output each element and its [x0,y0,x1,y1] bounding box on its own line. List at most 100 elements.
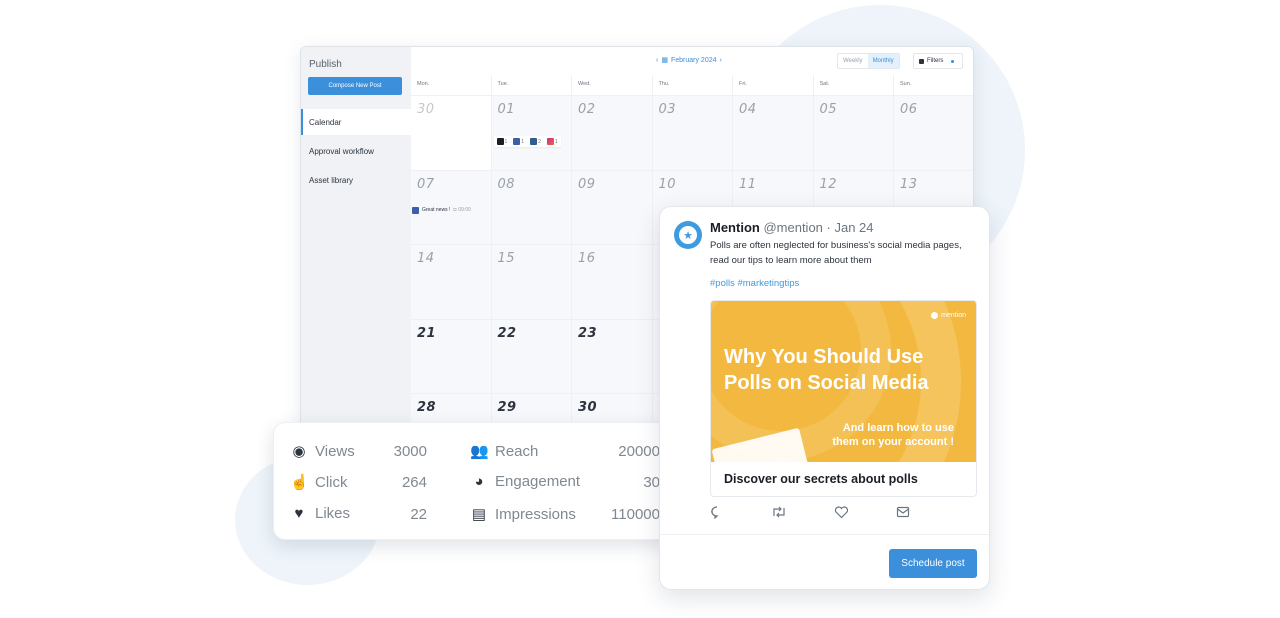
stat-reach: 👥 Reach [470,442,538,461]
stat-label: Likes [315,505,351,522]
day-number: 03 [658,102,677,117]
day-number: 22 [497,325,517,341]
sidebar-item-calendar[interactable]: Calendar [301,109,411,135]
stat-click: ☝ Click [290,473,348,492]
image-title: Why You Should Use Polls on Social Media [724,344,929,396]
calendar-day[interactable]: 22 [491,319,572,394]
day-number: 30 [578,400,598,415]
day-number: 04 [739,102,757,117]
image-title-line: Why You Should Use [724,346,924,368]
stat-label: Impressions [495,505,576,523]
x-icon [496,138,504,145]
sidebar-item-asset-library[interactable]: Asset library [301,167,411,193]
day-number: 29 [497,400,517,415]
weekday-label: Sun. [894,75,973,95]
day-number: 13 [900,176,918,192]
avatar: ★ [674,221,702,249]
calendar-day[interactable]: 05 [813,96,894,171]
users-icon: 👥 [470,443,489,460]
sidebar: Publish Compose New Post Calendar Approv… [301,47,411,435]
calendar-icon: ▦ [661,57,668,64]
day-number: 14 [417,251,435,266]
stat-views: ◉ Views [290,442,354,461]
calendar-day[interactable]: 08 [491,170,572,245]
day-number: 12 [819,176,838,192]
weekday-label: Wed. [572,75,653,95]
sidebar-item-approval-workflow[interactable]: Approval workflow [301,138,411,164]
eye-icon: ◉ [292,443,306,460]
tweet-hashtags[interactable]: #polls #marketingtips [710,278,799,289]
brand-name: mention [941,312,966,319]
calendar-day[interactable]: 06 [894,96,973,171]
post-count: 1 [521,138,525,145]
filters-button[interactable]: Filters [913,53,963,69]
weekday-label: Mon. [411,75,492,95]
star-icon: ★ [679,226,697,244]
facebook-icon [412,206,419,214]
calendar-day[interactable]: 21 [411,319,492,394]
weekly-view-button[interactable]: Weekly [838,54,868,68]
divider [660,534,989,535]
post-time: 09:00 [458,207,471,213]
post-stats-card: ◉ Views 3000 ☝ Click 264 ♥ Likes 22 👥 Re… [273,422,673,540]
filter-icon [919,58,924,64]
calendar-day[interactable]: 04 [733,96,814,171]
user-circle-icon: ◕ [474,473,484,490]
calendar-day[interactable]: 30 [411,96,492,171]
preview-caption: Discover our secrets about polls [724,472,918,486]
stat-likes: ♥ Likes [290,505,350,522]
post-count: 2 [538,138,541,145]
calendar-day[interactable]: 01 1 1 2 1 [491,96,572,171]
prev-month-icon[interactable]: ‹ [656,57,658,64]
month-navigator: ‹ ▦ February 2024 › [656,56,722,65]
day-number: 16 [578,251,596,266]
author-name: Mention [710,220,760,235]
calendar-day[interactable]: 07 Great news ! ◘ 09:00 [411,170,492,245]
link-preview[interactable]: mention Why You Should Use Polls on Soci… [710,300,977,497]
day-number: 15 [497,251,516,266]
sidebar-title: Publish [309,59,342,70]
day-number: 23 [578,325,598,341]
tweet-text: Polls are often neglected for business's… [710,240,962,266]
stat-value: 3000 [393,443,427,460]
calendar-day[interactable]: 09 [572,170,653,245]
weekday-header-row: Mon. Tue. Wed. Thu. Fri. Sat. Sun. [411,75,973,96]
compose-new-post-button[interactable]: Compose New Post [308,77,402,95]
stat-impressions: ▤ Impressions [470,505,576,524]
like-icon[interactable] [834,505,849,522]
calendar-day[interactable]: 16 [572,245,653,320]
weekday-label: Thu. [653,75,733,95]
stat-value: 20000 [618,443,660,460]
day-number: 30 [417,102,435,117]
brand-logo: mention [931,312,966,319]
scheduled-post[interactable]: Great news ! ◘ 09:00 [412,206,471,214]
tweet-actions [710,505,910,522]
calendar-day[interactable]: 15 [491,245,572,320]
linkedin-icon [530,138,538,145]
day-number: 10 [658,176,677,192]
day-number: 02 [578,102,596,117]
post-count: 1 [504,138,508,145]
day-number: 21 [417,325,437,341]
tweet-header: Mention @mention · Jan 24 [710,220,874,235]
calendar-day[interactable]: 23 [572,319,653,394]
day-number: 11 [739,176,757,192]
reply-icon[interactable] [710,505,724,522]
calendar-week: 30 01 1 1 2 1 02 03 04 05 06 [411,96,973,171]
day-number: 08 [497,176,516,192]
document-icon: ▤ [471,506,487,523]
schedule-post-button[interactable]: Schedule post [889,549,977,578]
calendar-day[interactable]: 03 [652,96,733,171]
stat-engagement: ◕ Engagement [470,473,580,490]
month-label[interactable]: February 2024 [671,57,717,64]
share-icon[interactable] [896,505,910,522]
scheduled-posts-summary[interactable]: 1 1 2 1 [493,136,561,147]
next-month-icon[interactable]: › [720,57,722,64]
calendar-day[interactable]: 14 [411,245,492,320]
day-number: 09 [578,176,596,192]
calendar-day[interactable]: 02 [572,96,653,171]
instagram-icon [546,138,554,145]
retweet-icon[interactable] [771,505,787,522]
weekday-label: Sat. [814,75,894,95]
monthly-view-button[interactable]: Monthly [867,54,899,68]
